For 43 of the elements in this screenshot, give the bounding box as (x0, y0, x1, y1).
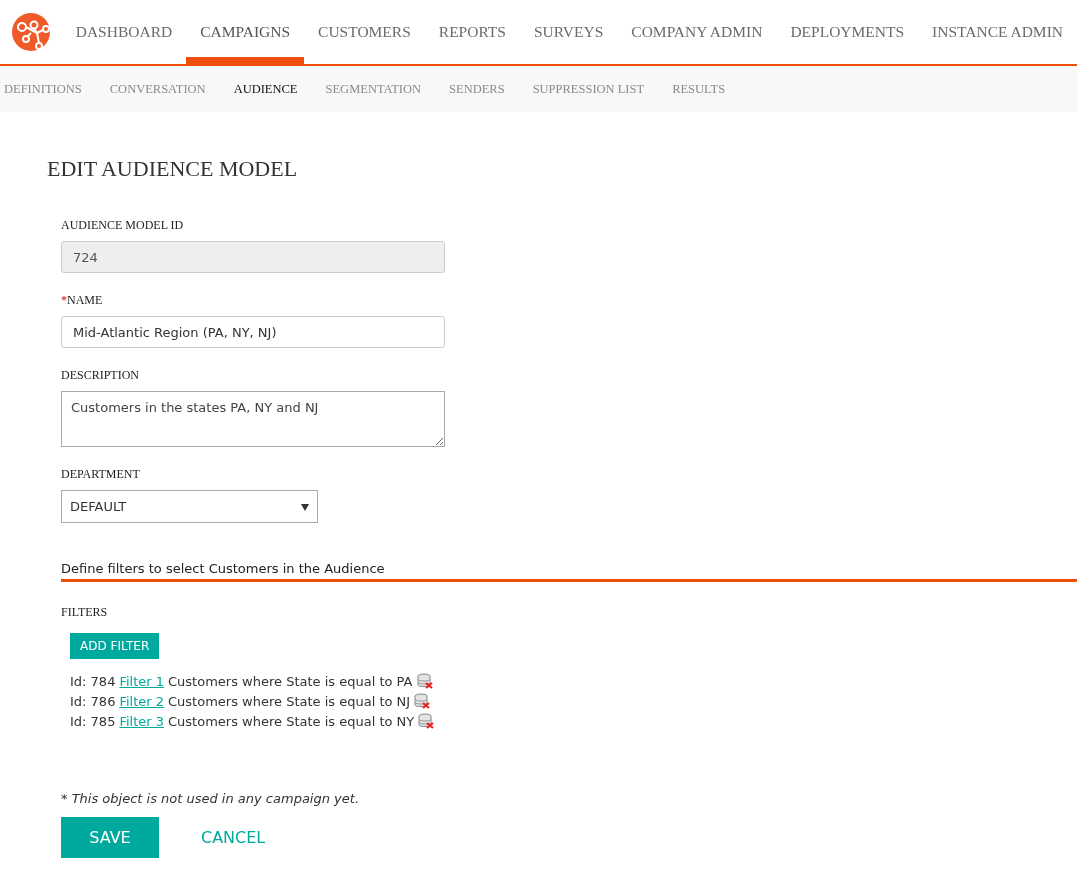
subnav-tab[interactable]: AUDIENCE (219, 81, 312, 97)
logo-icon (11, 13, 50, 51)
field-label: DESCRIPTION (61, 368, 140, 383)
section-title: Define filters to select Customers in the Audience (61, 561, 1077, 582)
page-title: EDIT AUDIENCE MODEL (47, 156, 299, 182)
subnav-tab[interactable]: RESULTS (658, 81, 740, 97)
filter-description: Customers where State is equal to NJ (168, 693, 411, 709)
nav-tab[interactable]: REPORTS (424, 0, 520, 64)
subnav-tab[interactable]: SENDERS (435, 81, 519, 97)
nav-tab[interactable]: SURVEYS (519, 0, 618, 64)
filters-label: FILTERS (61, 605, 109, 620)
filter-link[interactable]: Filter 2 (119, 693, 165, 709)
text-field[interactable]: Mid-Atlantic Region (PA, NY, NJ) (61, 316, 445, 348)
department-select[interactable]: DEFAULT (61, 490, 318, 523)
nav-tab[interactable]: COMPANY ADMIN (617, 0, 777, 64)
field-label: *NAME (61, 293, 104, 308)
subnav-tab[interactable]: SUPPRESSION LIST (518, 81, 659, 97)
nav-tab[interactable]: CAMPAIGNS (186, 0, 305, 64)
subnav-tab[interactable]: SEGMENTATION (311, 81, 436, 97)
field-label: AUDIENCE MODEL ID (61, 218, 185, 233)
description-field[interactable]: Customers in the states PA, NY and NJ (61, 391, 445, 447)
filter-id: Id: 784 (70, 673, 116, 689)
usage-note: * This object is not used in any campaign yet. (61, 791, 361, 806)
delete-database-icon[interactable] (416, 673, 433, 689)
add-filter-button[interactable]: ADD FILTER (70, 633, 160, 659)
delete-database-icon[interactable] (414, 693, 431, 709)
nav-tab[interactable]: CUSTOMERS (304, 0, 425, 64)
nav-tab[interactable]: INSTANCE ADMIN (918, 0, 1077, 64)
filter-description: Customers where State is equal to NY (168, 713, 415, 729)
nav-tab[interactable]: DASHBOARD (61, 0, 187, 64)
subnav-tab[interactable]: CONVERSATION (95, 81, 220, 97)
filter-id: Id: 786 (70, 693, 116, 709)
subnav-tab[interactable]: DEFINITIONS (0, 81, 96, 97)
cancel-button[interactable]: CANCEL (195, 828, 272, 847)
field-label: DEPARTMENT (61, 467, 141, 482)
nav-tab[interactable]: DEPLOYMENTS (776, 0, 919, 64)
filter-id: Id: 785 (70, 713, 116, 729)
save-button[interactable]: SAVE (61, 817, 159, 858)
delete-database-icon[interactable] (418, 713, 435, 729)
filter-description: Customers where State is equal to PA (168, 673, 413, 689)
filter-link[interactable]: Filter 1 (119, 673, 165, 689)
caret-icon (301, 502, 309, 511)
filter-link[interactable]: Filter 3 (119, 713, 165, 729)
